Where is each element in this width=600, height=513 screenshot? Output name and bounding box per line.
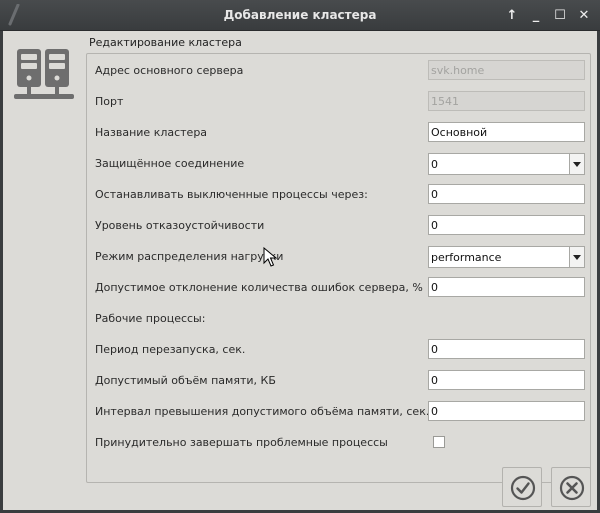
cancel-button[interactable] — [551, 467, 591, 507]
maximize-button[interactable]: ☐ — [548, 6, 572, 26]
label-port: Порт — [95, 95, 124, 108]
close-icon: ✕ — [578, 8, 590, 23]
load-balancing-value: performance — [431, 251, 502, 264]
restart-period-input[interactable]: 0 — [428, 339, 585, 359]
label-memory-limit: Допустимый объём памяти, КБ — [95, 374, 276, 387]
chevron-down-icon[interactable] — [569, 154, 584, 174]
memory-limit-input[interactable]: 0 — [428, 370, 585, 390]
pin-button[interactable]: ↑ — [500, 6, 524, 26]
row-worker-processes-heading: Рабочие процессы: — [87, 308, 590, 330]
row-memory-limit: Допустимый объём памяти, КБ 0 — [87, 370, 590, 392]
worker-processes-heading: Рабочие процессы: — [95, 312, 206, 325]
load-balancing-select[interactable]: performance — [428, 246, 585, 268]
title-bar[interactable]: Добавление кластера ↑ _ ☐ ✕ — [0, 0, 600, 31]
dialog-window: Добавление кластера ↑ _ ☐ ✕ Редактирован… — [0, 0, 600, 513]
fault-tolerance-input[interactable]: 0 — [428, 215, 585, 235]
cluster-name-input[interactable]: Основной — [428, 122, 585, 142]
label-server-address: Адрес основного сервера — [95, 64, 244, 77]
row-restart-period: Период перезапуска, сек. 0 — [87, 339, 590, 361]
row-port: Порт 1541 — [87, 91, 590, 113]
row-load-balancing: Режим распределения нагрузки performance — [87, 246, 590, 268]
cluster-settings-group: Адрес основного сервера svk.home Порт 15… — [86, 53, 591, 483]
dialog-body: Редактирование кластера Адрес основного … — [3, 31, 597, 510]
servers-icon — [14, 49, 74, 99]
secure-connection-value: 0 — [431, 158, 438, 171]
check-circle-icon — [510, 475, 536, 501]
port-input: 1541 — [428, 91, 585, 111]
ok-button[interactable] — [502, 467, 542, 507]
stop-processes-input[interactable]: 0 — [428, 184, 585, 204]
x-circle-icon — [559, 475, 585, 501]
group-title: Редактирование кластера — [89, 36, 242, 49]
label-error-deviation: Допустимое отклонение количества ошибок … — [95, 281, 423, 294]
label-stop-processes: Останавливать выключенные процессы через… — [95, 188, 368, 201]
minimize-icon: _ — [532, 8, 540, 23]
row-server-address: Адрес основного сервера svk.home — [87, 60, 590, 82]
row-stop-processes: Останавливать выключенные процессы через… — [87, 184, 590, 206]
row-error-deviation: Допустимое отклонение количества ошибок … — [87, 277, 590, 299]
row-cluster-name: Название кластера Основной — [87, 122, 590, 144]
row-secure-connection: Защищённое соединение 0 — [87, 153, 590, 175]
force-terminate-checkbox[interactable] — [433, 436, 445, 448]
label-restart-period: Период перезапуска, сек. — [95, 343, 246, 356]
server-address-input: svk.home — [428, 60, 585, 80]
maximize-icon: ☐ — [554, 8, 566, 23]
mouse-cursor-icon — [263, 247, 277, 267]
error-deviation-input[interactable]: 0 — [428, 277, 585, 297]
minimize-button[interactable]: _ — [524, 6, 548, 26]
row-force-terminate: Принудительно завершать проблемные проце… — [87, 432, 590, 454]
label-force-terminate: Принудительно завершать проблемные проце… — [95, 436, 388, 449]
close-window-button[interactable]: ✕ — [572, 6, 596, 26]
label-load-balancing: Режим распределения нагрузки — [95, 250, 284, 263]
arrow-up-icon: ↑ — [506, 8, 518, 23]
label-cluster-name: Название кластера — [95, 126, 208, 139]
row-memory-exceed-interval: Интервал превышения допустимого объёма п… — [87, 401, 590, 423]
secure-connection-select[interactable]: 0 — [428, 153, 585, 175]
label-secure-connection: Защищённое соединение — [95, 157, 245, 170]
chevron-down-icon[interactable] — [569, 247, 584, 267]
label-memory-exceed-interval: Интервал превышения допустимого объёма п… — [95, 405, 430, 418]
memory-exceed-interval-input[interactable]: 0 — [428, 401, 585, 421]
label-fault-tolerance: Уровень отказоустойчивости — [95, 219, 265, 232]
row-fault-tolerance: Уровень отказоустойчивости 0 — [87, 215, 590, 237]
